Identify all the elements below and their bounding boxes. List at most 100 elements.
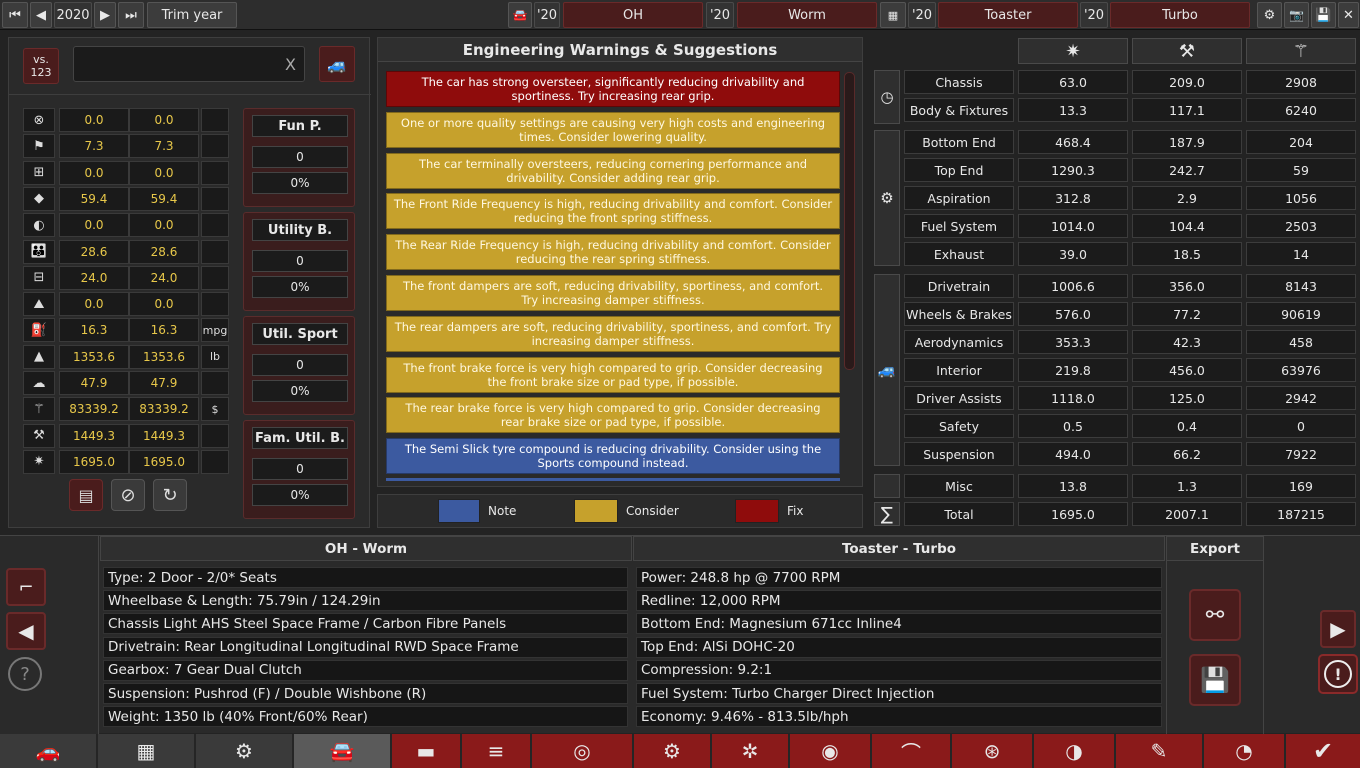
- clear-compare-icon[interactable]: ⊘: [111, 479, 145, 511]
- manufacturing-value: 456.0: [1132, 358, 1242, 382]
- alert-icon[interactable]: !: [1318, 654, 1358, 694]
- fuel-icon: ⛽: [23, 318, 55, 343]
- stat-row: ✷ 1695.0 1695.0: [23, 449, 235, 474]
- camera-icon[interactable]: 📷: [1284, 2, 1309, 28]
- close-icon[interactable]: ✕: [1338, 2, 1359, 28]
- tab-suspension-icon[interactable]: ≡: [462, 734, 530, 768]
- back-arrow-icon[interactable]: ◀: [6, 612, 46, 650]
- next-arrow-icon[interactable]: ▶: [1320, 610, 1356, 648]
- variant-name[interactable]: Turbo: [1110, 2, 1250, 28]
- cost-icon[interactable]: ⚚: [1246, 38, 1356, 64]
- row-label: Wheels & Brakes: [904, 302, 1014, 326]
- clear-search-icon[interactable]: X: [285, 55, 296, 74]
- cost-value: 2942: [1246, 386, 1356, 410]
- warning-consider[interactable]: The rear brake force is very high compar…: [386, 397, 840, 434]
- share-icon[interactable]: ⚯: [1189, 589, 1241, 641]
- warning-consider[interactable]: The front dampers are soft, reducing dri…: [386, 275, 840, 311]
- warning-consider[interactable]: The car terminally oversteers, reducing …: [386, 152, 840, 189]
- stat-value-current: 24.0: [59, 265, 129, 290]
- warning-note[interactable]: The Semi Slick tyre compound is reducing…: [386, 438, 840, 475]
- year-display: 2020: [54, 2, 92, 28]
- engineering-value: 0.5: [1018, 414, 1128, 438]
- tab-body-icon[interactable]: 🚘: [294, 734, 390, 768]
- stat-value-current: 0.0: [59, 292, 129, 317]
- stat-row: ◆ 59.4 59.4: [23, 186, 235, 211]
- car-icon[interactable]: 🚘: [508, 2, 532, 28]
- engineering-value: 13.3: [1018, 98, 1128, 122]
- score-percent: 0%: [252, 172, 348, 194]
- cost-value: 204: [1246, 130, 1356, 154]
- warning-consider[interactable]: The front brake force is very high compa…: [386, 356, 840, 393]
- stat-value-current: 16.3: [59, 318, 129, 343]
- cost-value: 7922: [1246, 442, 1356, 466]
- compare-vs-button[interactable]: vs. 123: [23, 48, 59, 84]
- engine-spec-line: Compression: 9.2:1: [636, 659, 1162, 681]
- cost-value: 1056: [1246, 186, 1356, 210]
- engine-spec-line: Fuel System: Turbo Charger Direct Inject…: [636, 683, 1162, 704]
- prev-year-button[interactable]: ◀: [30, 2, 52, 28]
- stat-row: ⊞ 0.0 0.0: [23, 160, 235, 185]
- tab-test-icon[interactable]: ◔: [1204, 734, 1284, 768]
- stat-unit: [201, 108, 229, 132]
- tab-wheel-icon[interactable]: ✲: [712, 734, 788, 768]
- save-icon[interactable]: 💾: [1311, 2, 1336, 28]
- cost-value: 187215: [1246, 502, 1356, 526]
- engine-spec-line: Top End: AlSi DOHC-20: [636, 636, 1162, 658]
- cost-value: 6240: [1246, 98, 1356, 122]
- tab-car-icon[interactable]: 🚗: [0, 734, 96, 768]
- engineering-icon[interactable]: ✷: [1018, 38, 1128, 64]
- tab-gear-icon[interactable]: ⚙: [634, 734, 710, 768]
- stat-row: 👪 28.6 28.6: [23, 239, 235, 264]
- reset-icon[interactable]: ↻: [153, 479, 187, 511]
- trim-year-button[interactable]: Trim year: [147, 2, 237, 28]
- manufacturing-value: 2007.1: [1132, 502, 1242, 526]
- alert-icon-glyph: !: [1324, 660, 1352, 688]
- manufacturing-value: 18.5: [1132, 242, 1242, 266]
- tab-headlight-icon[interactable]: ◎: [532, 734, 632, 768]
- warning-consider[interactable]: One or more quality settings are causing…: [386, 111, 840, 148]
- report-icon[interactable]: ▤: [69, 479, 103, 511]
- row-label: Safety: [904, 414, 1014, 438]
- car-summary-title: OH - Worm: [100, 536, 632, 561]
- warning-consider[interactable]: The Rear Ride Frequency is high, reducin…: [386, 234, 840, 271]
- legend-note-swatch: [438, 499, 480, 523]
- stat-unit: [201, 160, 229, 185]
- cost-value: 59: [1246, 158, 1356, 182]
- export-save-icon[interactable]: 💾: [1189, 654, 1241, 706]
- manufacturing-icon[interactable]: ⚒: [1132, 38, 1242, 64]
- tab-assists-icon[interactable]: ◑: [1034, 734, 1114, 768]
- engine-name[interactable]: Toaster: [938, 2, 1078, 28]
- tab-interior-icon[interactable]: ⊛: [952, 734, 1032, 768]
- tab-engine-block-icon[interactable]: ▦: [98, 734, 194, 768]
- stat-row: ☁ 47.9 47.9: [23, 371, 235, 395]
- tab-aero-icon[interactable]: ⌒: [872, 734, 950, 768]
- help-icon[interactable]: ?: [8, 657, 42, 691]
- engine-spec-line: Bottom End: Magnesium 671cc Inline4: [636, 613, 1162, 635]
- stat-value-current: 47.9: [59, 371, 129, 395]
- warning-consider[interactable]: The rear dampers are soft, reducing driv…: [386, 315, 840, 352]
- warning-consider[interactable]: The Front Ride Frequency is high, reduci…: [386, 193, 840, 230]
- tab-finish-icon[interactable]: ✔: [1286, 734, 1360, 768]
- tab-chassis-icon[interactable]: ▬: [392, 734, 460, 768]
- compare-search-input[interactable]: X: [73, 46, 305, 82]
- model-name[interactable]: OH: [563, 2, 703, 28]
- next-year-button[interactable]: ▶: [94, 2, 116, 28]
- warning-overflow: [386, 478, 840, 481]
- tab-brake-icon[interactable]: ◉: [790, 734, 870, 768]
- tab-engine-parts-icon[interactable]: ⚙: [196, 734, 292, 768]
- tab-tune-icon[interactable]: ✎: [1116, 734, 1202, 768]
- manufacturing-value: 104.4: [1132, 214, 1242, 238]
- last-year-button[interactable]: ⏭: [118, 2, 144, 28]
- dimension-icon[interactable]: ⌐: [6, 568, 46, 606]
- first-year-button[interactable]: ⏮: [2, 2, 28, 28]
- warnings-scrollbar[interactable]: [844, 72, 855, 370]
- warning-fix[interactable]: The car has strong oversteer, significan…: [386, 71, 840, 107]
- car-select-icon[interactable]: 🚙: [319, 46, 355, 82]
- settings-gear-icon[interactable]: ⚙: [1257, 2, 1282, 28]
- stat-value-current: 0.0: [59, 213, 129, 238]
- checkered-flag-icon: ⚑: [23, 134, 55, 159]
- stat-row: ⚚ 83339.2 83339.2 $: [23, 397, 235, 422]
- engine-block-icon[interactable]: ▦: [880, 2, 906, 28]
- stat-value-compare: 0.0: [129, 108, 199, 132]
- trim-name[interactable]: Worm: [737, 2, 877, 28]
